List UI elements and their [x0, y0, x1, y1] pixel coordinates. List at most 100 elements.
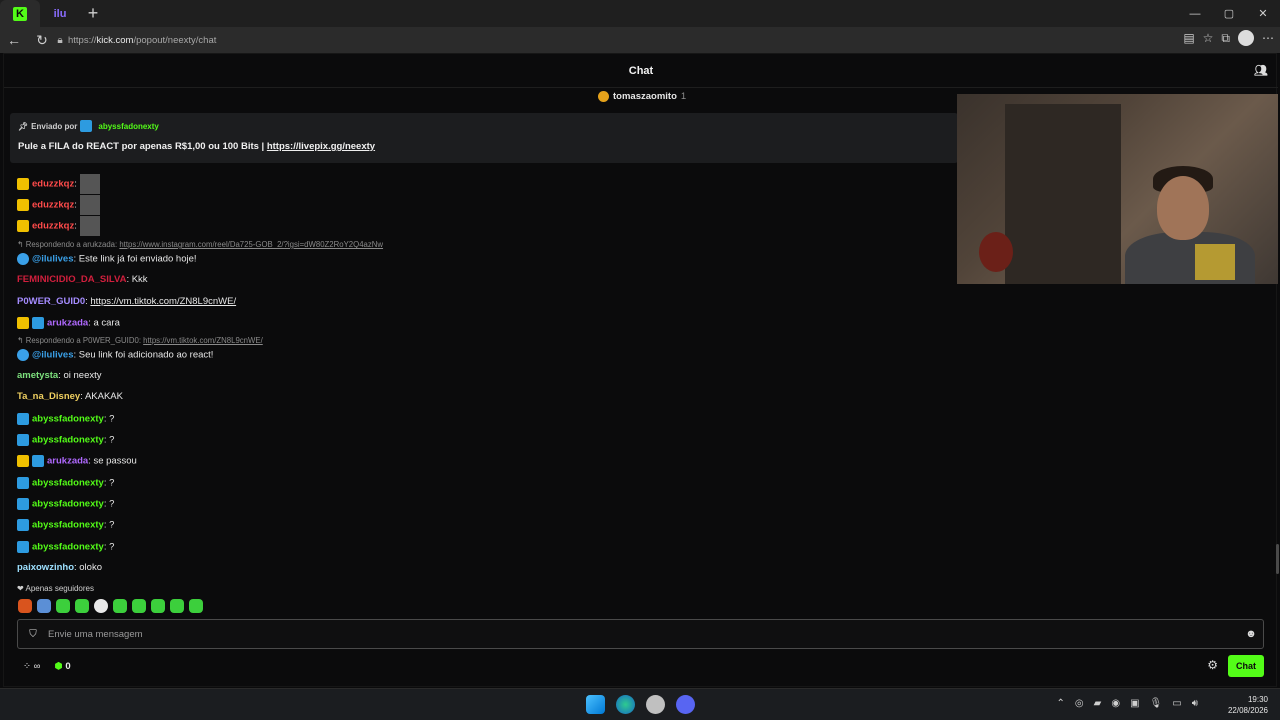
chrome-browser-icon[interactable]	[646, 695, 665, 714]
chat-text: : a cara	[88, 317, 120, 329]
chat-username[interactable]: abyssfadonexty	[32, 435, 104, 446]
chat-message: abyssfadonexty: ?	[17, 477, 114, 489]
tray-overflow-icon[interactable]: ⌃	[1057, 698, 1065, 709]
emote-icon[interactable]	[170, 599, 184, 613]
edge-browser-icon[interactable]	[616, 695, 635, 714]
emote-icon[interactable]	[94, 599, 108, 613]
reply-link[interactable]: https://www.instagram.com/reel/Da725-GOB…	[119, 240, 383, 249]
emote-image	[79, 174, 100, 194]
chat-username[interactable]: Ta_na_Disney	[17, 391, 80, 402]
profile-avatar[interactable]	[1238, 30, 1254, 46]
kick-logo-icon: K	[13, 6, 27, 21]
pinned-sent-by-user[interactable]: abyssfadonexty	[98, 122, 158, 131]
crown-badge-icon	[598, 91, 609, 102]
reply-context[interactable]: ↰ Respondendo a P0WER_GUID0: https://vm.…	[17, 336, 263, 345]
system-tray: ⌃ ◎ ▰ ◉ ▣ 🎙︎ ▭ 🔊︎	[1057, 698, 1198, 709]
pinned-message: 📌︎ Enviado por abyssfadonexty Pule a FIL…	[10, 113, 958, 163]
new-tab-button[interactable]: +	[80, 0, 106, 27]
message-input[interactable]	[48, 628, 1239, 640]
tab-kick[interactable]: K	[0, 0, 40, 27]
chat-username[interactable]: eduzzkqz	[32, 179, 74, 190]
emote-icon[interactable]	[18, 599, 32, 613]
chat-message: abyssfadonexty: ?	[17, 413, 114, 425]
chat-username[interactable]: abyssfadonexty	[32, 414, 104, 425]
shield-icon[interactable]: ⛉	[18, 629, 48, 640]
chat-username[interactable]: abyssfadonexty	[32, 542, 104, 553]
rewards-infinity-icon[interactable]: ⁘ ∞	[23, 661, 40, 672]
clock-date: 22/08/2026	[1227, 706, 1268, 715]
emote-icon[interactable]	[56, 599, 70, 613]
tray-app-icon[interactable]: ◎	[1075, 698, 1084, 709]
sub-gifter-badge-icon	[17, 541, 29, 553]
tray-nvidia-icon[interactable]: ▰	[1094, 698, 1102, 709]
bits-balance[interactable]: ⬢ 0	[54, 661, 70, 672]
favorite-star-icon[interactable]: ☆	[1203, 31, 1214, 45]
emote-icon[interactable]	[151, 599, 165, 613]
chat-username[interactable]: abyssfadonexty	[32, 478, 104, 489]
emote-icon[interactable]	[113, 599, 127, 613]
chat-header: Chat 👥︎	[4, 54, 1278, 88]
maximize-button[interactable]: ▢	[1212, 0, 1246, 27]
chat-username[interactable]: @ilulives	[32, 350, 73, 361]
subscriber-badge-icon	[17, 317, 29, 329]
chat-username[interactable]: eduzzkqz	[32, 221, 74, 232]
chat-title: Chat	[628, 64, 654, 77]
top-gifter[interactable]: tomaszaomito 1	[598, 91, 686, 102]
bot-badge-icon	[17, 349, 29, 361]
chat-username[interactable]: @ilulives	[32, 254, 73, 265]
emote-icon[interactable]	[75, 599, 89, 613]
chat-text: : Kkk	[126, 274, 148, 285]
settings-gear-icon[interactable]: ⚙	[1207, 658, 1218, 672]
chat-username[interactable]: P0WER_GUID0	[17, 296, 85, 307]
chat-message: arukzada: se passou	[17, 455, 137, 467]
chat-username[interactable]: abyssfadonexty	[32, 520, 104, 531]
extensions-icon[interactable]: ⧉	[1221, 31, 1230, 46]
followers-only-label: Apenas seguidores	[25, 584, 94, 593]
reply-link[interactable]: https://vm.tiktok.com/ZN8L9cnWE/	[143, 336, 263, 345]
chat-text: : ?	[103, 477, 115, 489]
url-field[interactable]: 🔒︎ https://kick.com/popout/neexty/chat	[52, 30, 1202, 50]
chat-username[interactable]: arukzada	[47, 456, 88, 467]
users-list-icon[interactable]: 👥︎	[1254, 64, 1268, 78]
emoji-picker-icon[interactable]: ☻	[1239, 628, 1263, 640]
send-chat-button[interactable]: Chat	[1228, 655, 1264, 677]
reader-mode-icon[interactable]: ▤	[1183, 31, 1194, 45]
pin-icon: 📌︎	[18, 121, 29, 131]
more-menu-icon[interactable]: ⋯	[1262, 31, 1274, 45]
volume-icon[interactable]: 🔊︎	[1192, 698, 1198, 709]
tab-ilu[interactable]: ilu	[40, 0, 80, 27]
tray-edge-icon[interactable]: ◉	[1111, 698, 1120, 709]
emote-icon[interactable]	[37, 599, 51, 613]
sub-gifter-badge-icon	[17, 477, 29, 489]
windows-taskbar: ⌃ ◎ ▰ ◉ ▣ 🎙︎ ▭ 🔊︎ 19:30 22/08/2026	[0, 688, 1280, 720]
tray-device-icon[interactable]: ▣	[1130, 698, 1139, 709]
chat-link[interactable]: https://vm.tiktok.com/ZN8L9cnWE/	[90, 296, 236, 307]
chat-username[interactable]: ametysta	[17, 370, 58, 381]
emote-icon[interactable]	[189, 599, 203, 613]
microphone-icon[interactable]: 🎙︎	[1150, 698, 1163, 709]
chat-text: :	[74, 199, 77, 211]
message-input-box: ⛉ ☻	[17, 619, 1264, 649]
close-button[interactable]: ✕	[1246, 0, 1280, 27]
chat-username[interactable]: abyssfadonexty	[32, 499, 104, 510]
start-menu-icon[interactable]	[586, 695, 605, 714]
pinned-link[interactable]: https://livepix.gg/neexty	[267, 141, 375, 152]
chat-message: paixowzinho: oloko	[17, 562, 102, 573]
back-icon[interactable]: ←	[0, 32, 28, 48]
chat-message: eduzzkqz:	[17, 216, 100, 236]
sub-gifter-badge-icon	[17, 519, 29, 531]
reply-context[interactable]: ↰ Respondendo a arukzada: https://www.in…	[17, 240, 383, 249]
chat-message: abyssfadonexty: ?	[17, 519, 114, 531]
chat-username[interactable]: arukzada	[47, 318, 88, 329]
minimize-button[interactable]: —	[1178, 0, 1212, 27]
chat-text: : ?	[103, 498, 115, 510]
chat-username[interactable]: paixowzinho	[17, 562, 74, 573]
network-icon[interactable]: ▭	[1172, 698, 1181, 709]
chat-message: FEMINICIDIO_DA_SILVA: Kkk	[17, 274, 148, 285]
chat-username[interactable]: FEMINICIDIO_DA_SILVA	[17, 274, 126, 285]
scrollbar[interactable]	[1276, 544, 1279, 574]
chat-username[interactable]: eduzzkqz	[32, 200, 74, 211]
discord-icon[interactable]	[676, 695, 695, 714]
system-clock[interactable]: 19:30 22/08/2026	[1228, 694, 1268, 716]
emote-icon[interactable]	[132, 599, 146, 613]
